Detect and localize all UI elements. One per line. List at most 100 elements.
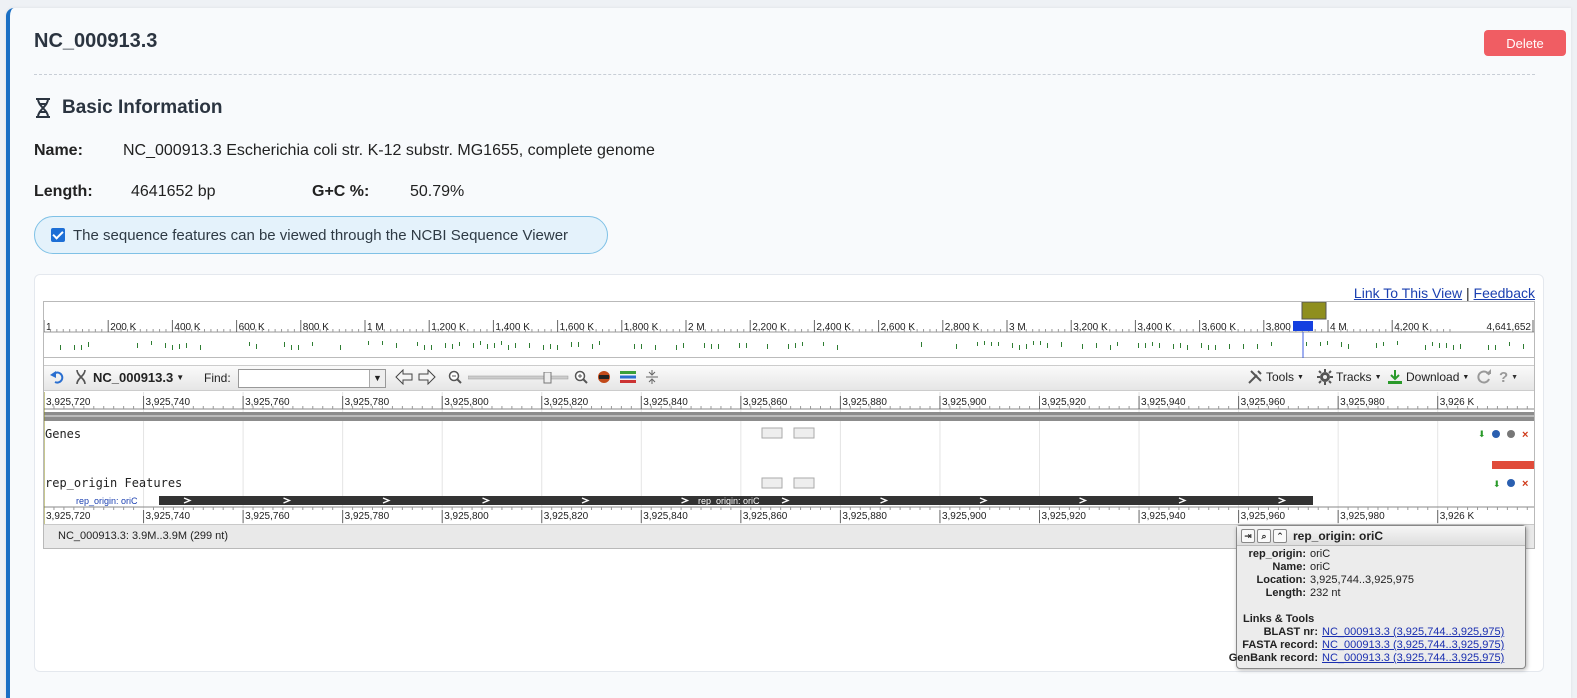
overview-feature bbox=[1187, 345, 1188, 350]
overview-feature bbox=[1173, 344, 1174, 349]
overview-feature bbox=[599, 341, 600, 345]
fasta-link[interactable]: NC_000913.3 (3,925,744..3,925,975) bbox=[1322, 639, 1504, 651]
rep-info-icon[interactable] bbox=[1507, 479, 1515, 487]
genes-next-button[interactable] bbox=[793, 427, 815, 439]
overview-tick-label: 3 M bbox=[1009, 322, 1026, 333]
rep-close-icon[interactable]: × bbox=[1522, 478, 1528, 490]
genes-download-icon[interactable]: ⬇ bbox=[1478, 429, 1486, 439]
overview-feature bbox=[991, 342, 992, 346]
ruler-tick-label: 3,925,740 bbox=[146, 511, 191, 522]
page-title: NC_000913.3 bbox=[34, 30, 158, 52]
overview-feature bbox=[284, 342, 285, 347]
chevron-down-icon: ▼ bbox=[176, 373, 185, 382]
overview-feature bbox=[550, 344, 551, 349]
notice-checkbox[interactable] bbox=[51, 228, 65, 242]
feedback-link[interactable]: Feedback bbox=[1474, 285, 1535, 301]
overview-feature bbox=[1082, 344, 1083, 349]
download-menu[interactable]: Download ▼ bbox=[1387, 369, 1469, 385]
collapse-icon[interactable] bbox=[645, 369, 659, 385]
pin-icon[interactable]: ⇥ bbox=[1241, 528, 1255, 543]
overview-tick-label: 4,641,652 bbox=[1487, 322, 1532, 333]
search-icon[interactable]: ⌕ bbox=[1257, 528, 1271, 543]
sequence-selector[interactable]: NC_000913.3 ▼ bbox=[93, 370, 184, 385]
length-label: Length: bbox=[34, 183, 93, 200]
ruler-bottom: 3,925,720 3,925,740 3,925,760 3,925,780 3,92… bbox=[44, 507, 1528, 523]
overview-current-range[interactable] bbox=[1293, 321, 1313, 331]
overview-feature bbox=[1425, 345, 1426, 350]
section-basic-info: Basic Information bbox=[34, 97, 222, 119]
sequence-icon[interactable] bbox=[596, 370, 612, 384]
feature-tooltip: ⇥ ⌕ ⌃ rep_origin: oriC rep_origin: oriC … bbox=[1229, 525, 1526, 669]
tracks-menu[interactable]: Tracks ▼ bbox=[1317, 369, 1382, 385]
overview-feature bbox=[1201, 343, 1202, 348]
genes-settings-icon[interactable] bbox=[1507, 430, 1515, 438]
overview-feature bbox=[508, 345, 509, 350]
genes-feature-bar[interactable] bbox=[1492, 461, 1534, 469]
overview-feature bbox=[1180, 343, 1181, 348]
back-icon[interactable] bbox=[50, 369, 66, 385]
zoom-out-icon[interactable] bbox=[448, 370, 462, 384]
overview-marker[interactable] bbox=[1301, 301, 1327, 320]
sequence-name: NC_000913.3 bbox=[93, 370, 174, 385]
overview-feature bbox=[795, 343, 796, 348]
rep-next-button[interactable] bbox=[793, 477, 815, 489]
overview-feature bbox=[676, 345, 677, 350]
name-value: NC_000913.3 Escherichia coli str. K-12 s… bbox=[123, 142, 655, 159]
overview-feature bbox=[1432, 342, 1433, 346]
overview-feature bbox=[382, 341, 383, 345]
links-tools-title: Links & Tools bbox=[1243, 613, 1315, 625]
zoom-in-icon[interactable] bbox=[574, 370, 588, 384]
section-title: Basic Information bbox=[62, 97, 223, 118]
tooltip-link-row: GenBank record: NC_000913.3 (3,925,744..… bbox=[1228, 652, 1505, 664]
overview-feature bbox=[921, 342, 922, 347]
arrow-left-icon[interactable] bbox=[395, 369, 413, 385]
ruler-tick-label: 3,925,920 bbox=[1042, 511, 1087, 522]
overview-feature bbox=[515, 343, 516, 348]
rep-origin-track: ⬇ × rep_origin: oriC rep_origin: oriC bbox=[76, 477, 1528, 506]
delete-button[interactable]: Delete bbox=[1484, 30, 1566, 56]
zoom-slider[interactable] bbox=[468, 372, 570, 384]
tools-menu[interactable]: Tools ▼ bbox=[1247, 369, 1304, 385]
arrow-right-icon[interactable] bbox=[418, 369, 436, 385]
overview-feature bbox=[172, 345, 173, 350]
genbank-link[interactable]: NC_000913.3 (3,925,744..3,925,975) bbox=[1322, 652, 1504, 664]
overview-feature bbox=[1460, 344, 1461, 349]
overview-feature bbox=[431, 345, 432, 350]
dna-switch-icon[interactable] bbox=[74, 369, 88, 385]
notice-text: The sequence features can be viewed thro… bbox=[73, 226, 569, 244]
help-icon[interactable]: ? ▼ bbox=[1499, 369, 1518, 386]
overview-panel[interactable]: 1 200 K 400 K 600 K 800 K1 M 1,200 K 1,400 K 1,… bbox=[43, 301, 1534, 358]
overview-feature bbox=[487, 344, 488, 349]
overview-feature bbox=[998, 342, 999, 346]
find-input[interactable] bbox=[238, 369, 386, 388]
tooltip-link-key: FASTA record: bbox=[1242, 639, 1318, 651]
overview-feature bbox=[298, 345, 299, 350]
refresh-icon[interactable] bbox=[1476, 369, 1492, 385]
link-to-this-view[interactable]: Link To This View bbox=[1354, 285, 1462, 301]
overview-feature bbox=[452, 344, 453, 349]
ruler-tick-label: 3,925,800 bbox=[444, 511, 489, 522]
overview-feature bbox=[137, 343, 138, 348]
rep-prev-button[interactable] bbox=[761, 477, 783, 489]
overview-feature bbox=[60, 345, 61, 350]
length-value: 4641652 bp bbox=[131, 183, 216, 200]
overview-feature bbox=[480, 341, 481, 345]
overview-feature bbox=[1138, 343, 1139, 348]
genes-info-icon[interactable] bbox=[1492, 430, 1500, 438]
overview-feature bbox=[977, 342, 978, 346]
overview-feature bbox=[711, 344, 712, 349]
find-dropdown-icon[interactable]: ▼ bbox=[369, 370, 385, 387]
blast-link[interactable]: NC_000913.3 (3,925,744..3,925,975) bbox=[1322, 626, 1504, 638]
overview-feature bbox=[1509, 342, 1510, 346]
overview-feature bbox=[396, 343, 397, 348]
tooltip-value: oriC bbox=[1310, 548, 1331, 560]
genes-track: ⬇ × bbox=[761, 427, 1534, 469]
genes-prev-button[interactable] bbox=[761, 427, 783, 439]
collapse-icon[interactable]: ⌃ bbox=[1273, 528, 1287, 543]
markers-icon[interactable] bbox=[619, 370, 637, 384]
overview-feature bbox=[739, 343, 740, 348]
overview-tick-label: 1 bbox=[46, 322, 52, 333]
tooltip-title: rep_origin: oriC bbox=[1293, 528, 1384, 543]
rep-download-icon[interactable]: ⬇ bbox=[1493, 479, 1501, 489]
genes-close-icon[interactable]: × bbox=[1522, 429, 1528, 441]
